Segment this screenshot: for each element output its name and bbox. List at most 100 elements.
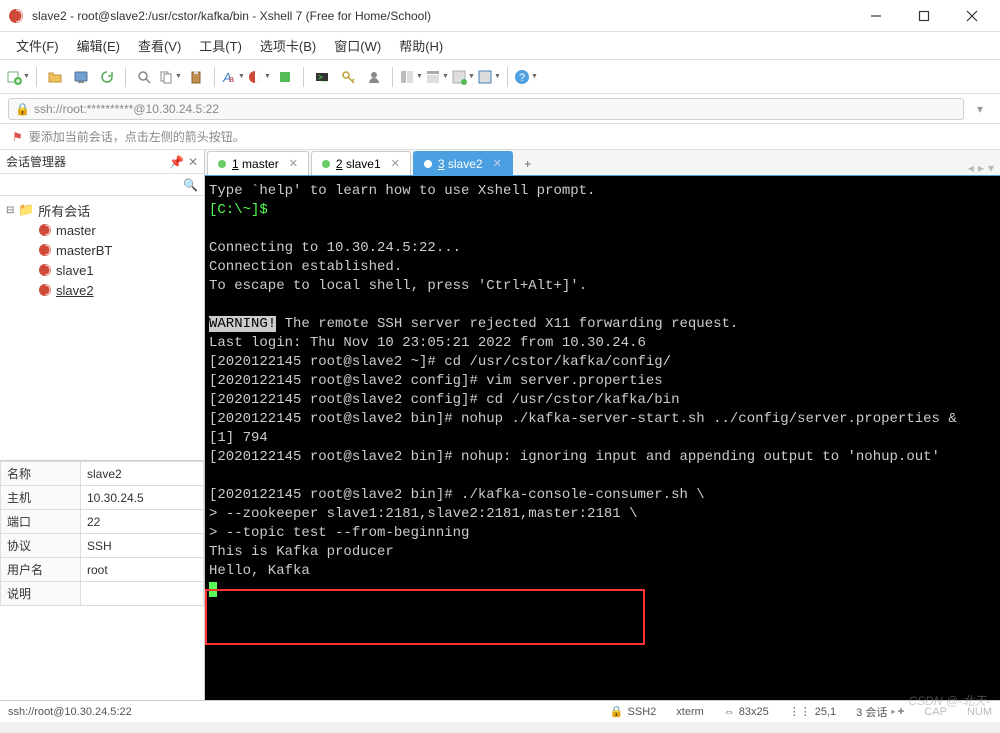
app-icon: [8, 8, 24, 24]
color-icon[interactable]: ▼: [247, 65, 271, 89]
prop-value: root: [81, 558, 204, 582]
tab-slave1[interactable]: 2 slave1✕: [311, 151, 411, 175]
refresh-icon[interactable]: [95, 65, 119, 89]
info-hint: 要添加当前会话，点击左侧的箭头按钮。: [29, 128, 245, 145]
svg-text:>_: >_: [318, 73, 328, 82]
maximize-button[interactable]: [904, 2, 944, 30]
tab-master[interactable]: 1 master✕: [207, 151, 309, 175]
search-icon[interactable]: [132, 65, 156, 89]
tab-slave2[interactable]: 3 slave2✕: [413, 151, 513, 175]
tab-close-icon[interactable]: ✕: [289, 157, 298, 170]
sidebar-search[interactable]: 🔍: [0, 174, 204, 196]
tab-strip: 1 master✕2 slave1✕3 slave2✕ + ◂ ▸ ▾: [205, 150, 1000, 176]
tree-root[interactable]: ⊟ 📁 所有会话: [2, 200, 202, 220]
flag-icon: ⚑: [12, 130, 23, 144]
svg-text:?: ?: [519, 72, 525, 84]
menu-window[interactable]: 窗口(W): [326, 32, 389, 59]
session-icon: [38, 243, 52, 257]
svg-text:a: a: [229, 74, 234, 84]
address-text: ssh://root:**********@10.30.24.5:22: [34, 102, 219, 116]
prop-key: 协议: [1, 534, 81, 558]
prop-row: 端口22: [1, 510, 204, 534]
layout3-icon[interactable]: ▼: [451, 65, 475, 89]
address-input[interactable]: 🔒 ssh://root:**********@10.30.24.5:22: [8, 98, 964, 120]
tree-item-master[interactable]: master: [2, 220, 202, 240]
tab-close-icon[interactable]: ✕: [391, 157, 400, 170]
highlight-box: [205, 589, 645, 645]
menu-file[interactable]: 文件(F): [8, 32, 67, 59]
search-icon: 🔍: [183, 178, 198, 192]
connect-icon[interactable]: [69, 65, 93, 89]
tree-item-slave1[interactable]: slave1: [2, 260, 202, 280]
status-sessions: 3 会话: [856, 704, 887, 720]
minimize-button[interactable]: [856, 2, 896, 30]
paste-icon[interactable]: [184, 65, 208, 89]
status-dot-icon: [218, 160, 226, 168]
prop-key: 说明: [1, 582, 81, 606]
sidebar-close-icon[interactable]: ✕: [188, 155, 198, 169]
highlight-icon[interactable]: [273, 65, 297, 89]
info-bar: ⚑ 要添加当前会话，点击左侧的箭头按钮。: [0, 124, 1000, 150]
menu-help[interactable]: 帮助(H): [391, 32, 451, 59]
layout2-icon[interactable]: ▼: [425, 65, 449, 89]
help-icon[interactable]: ?▼: [514, 65, 538, 89]
tree-item-label: slave1: [56, 263, 94, 278]
user-icon[interactable]: [362, 65, 386, 89]
session-icon: [38, 223, 52, 237]
quick-cmd-icon[interactable]: >_: [310, 65, 334, 89]
tree-root-label: 所有会话: [38, 201, 90, 220]
prop-row: 主机10.30.24.5: [1, 486, 204, 510]
prop-value: slave2: [81, 462, 204, 486]
new-tab-button[interactable]: +: [517, 153, 539, 175]
address-bar: 🔒 ssh://root:**********@10.30.24.5:22 ▾: [0, 94, 1000, 124]
prop-row: 说明: [1, 582, 204, 606]
pin-icon[interactable]: 📌: [169, 155, 184, 169]
menubar: 文件(F) 编辑(E) 查看(V) 工具(T) 选项卡(B) 窗口(W) 帮助(…: [0, 32, 1000, 60]
menu-tools[interactable]: 工具(T): [191, 32, 250, 59]
lock-status-icon: 🔒: [610, 705, 624, 718]
prop-value: [81, 582, 204, 606]
font-icon[interactable]: Aa▼: [221, 65, 245, 89]
prop-key: 端口: [1, 510, 81, 534]
status-term: xterm: [676, 704, 704, 720]
menu-view[interactable]: 查看(V): [130, 32, 189, 59]
prop-value: 22: [81, 510, 204, 534]
prop-row: 协议SSH: [1, 534, 204, 558]
lock-icon: 🔒: [15, 102, 30, 116]
window-title: slave2 - root@slave2:/usr/cstor/kafka/bi…: [32, 9, 856, 23]
layout4-icon[interactable]: ▼: [477, 65, 501, 89]
property-grid: 名称slave2主机10.30.24.5端口22协议SSH用户名root说明: [0, 460, 204, 606]
tab-next-icon[interactable]: ▸: [978, 161, 984, 175]
status-dot-icon: [322, 160, 330, 168]
open-icon[interactable]: [43, 65, 67, 89]
tree-item-slave2[interactable]: slave2: [2, 280, 202, 300]
watermark: CSDN @-北天-: [908, 692, 990, 709]
tab-close-icon[interactable]: ✕: [493, 157, 502, 170]
menu-tabs[interactable]: 选项卡(B): [252, 32, 324, 59]
session-tree[interactable]: ⊟ 📁 所有会话 master masterBT slave1 slave2: [0, 196, 204, 460]
prop-key: 用户名: [1, 558, 81, 582]
titlebar: slave2 - root@slave2:/usr/cstor/kafka/bi…: [0, 0, 1000, 32]
prop-value: 10.30.24.5: [81, 486, 204, 510]
copy-icon[interactable]: ▼: [158, 65, 182, 89]
key-icon[interactable]: [336, 65, 360, 89]
session-icon: [38, 263, 52, 277]
close-button[interactable]: [952, 2, 992, 30]
status-pos: 25,1: [815, 706, 836, 718]
tab-menu-icon[interactable]: ▾: [988, 161, 994, 175]
folder-icon: 📁: [18, 202, 34, 218]
layout1-icon[interactable]: ▼: [399, 65, 423, 89]
tree-item-masterBT[interactable]: masterBT: [2, 240, 202, 260]
sidebar-title: 会话管理器: [6, 153, 66, 170]
session-icon: [38, 283, 52, 297]
terminal[interactable]: Type `help' to learn how to use Xshell p…: [205, 176, 1000, 700]
status-size: 83x25: [739, 706, 769, 718]
new-session-icon[interactable]: ▼: [6, 65, 30, 89]
go-button[interactable]: ▾: [968, 98, 992, 120]
menu-edit[interactable]: 编辑(E): [69, 32, 128, 59]
tree-item-label: master: [56, 223, 96, 238]
toolbar: ▼ ▼ Aa▼ ▼ >_ ▼ ▼ ▼ ▼ ?▼: [0, 60, 1000, 94]
tab-prev-icon[interactable]: ◂: [968, 161, 974, 175]
pos-icon: ⋮⋮: [789, 705, 811, 718]
collapse-icon[interactable]: ⊟: [6, 205, 18, 216]
